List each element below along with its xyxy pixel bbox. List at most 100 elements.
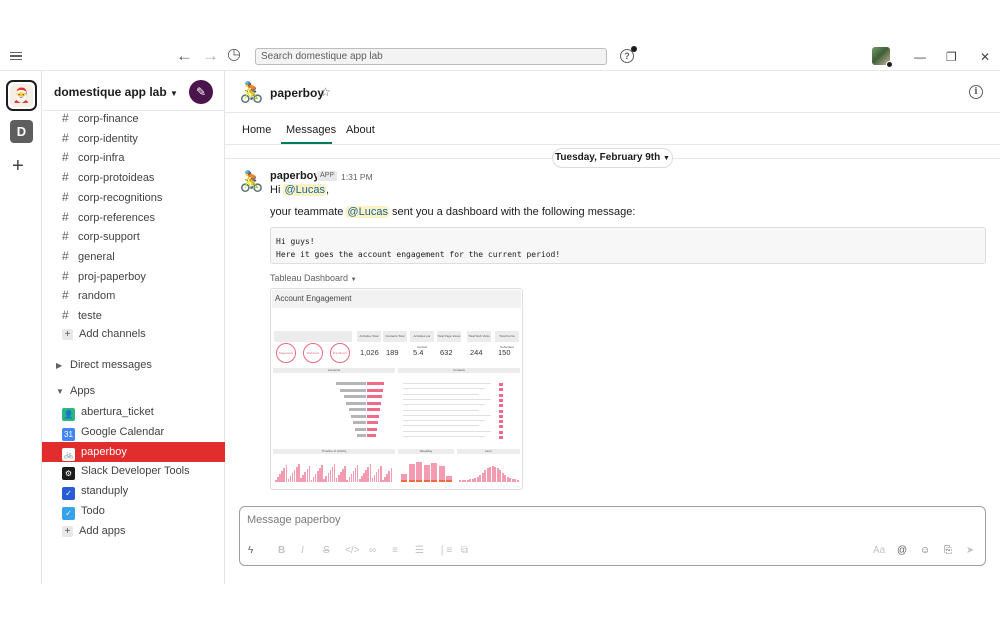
sidebar-app-item[interactable]: 🚲 paperboy xyxy=(42,441,225,462)
code-block-icon[interactable]: ⧉ xyxy=(461,545,468,556)
ordered-list-icon[interactable]: ≡ xyxy=(392,545,398,556)
channel-name: corp-recognitions xyxy=(78,191,163,204)
bold-icon[interactable]: B xyxy=(278,545,285,556)
user-mention[interactable]: @Lucas xyxy=(283,184,326,196)
message-sender[interactable]: paperboy xyxy=(270,170,320,182)
active-tab-indicator xyxy=(281,142,332,144)
info-icon[interactable]: i xyxy=(969,85,983,99)
plus-icon: + xyxy=(62,329,73,340)
kpi-value: 244 xyxy=(470,348,483,357)
message-timestamp[interactable]: 1:31 PM xyxy=(341,172,373,182)
forward-arrow-icon[interactable]: → xyxy=(202,47,219,64)
send-icon[interactable]: ➤ xyxy=(966,545,974,556)
dashboard-panel-header: Timeline of Activity xyxy=(273,449,395,454)
direct-messages-section[interactable]: ▶ Direct messages xyxy=(42,359,225,371)
add-channels-button[interactable]: + Add channels xyxy=(42,324,225,344)
sidebar-app-item[interactable]: 31 Google Calendar xyxy=(42,422,225,442)
code-line: Here it goes the account engagement for … xyxy=(276,250,561,259)
tab-home[interactable]: Home xyxy=(242,124,271,136)
sidebar-app-item[interactable]: ✓ standuply xyxy=(42,481,225,501)
minimize-icon[interactable]: — xyxy=(914,50,926,64)
sidebar-channel[interactable]: # corp-recognitions xyxy=(42,187,225,207)
kpi-value: 189 xyxy=(386,348,399,357)
tab-messages[interactable]: Messages xyxy=(286,124,336,136)
message-composer[interactable] xyxy=(239,506,986,566)
contacts-row-line xyxy=(403,414,491,416)
channel-name: general xyxy=(78,250,115,263)
add-workspace-icon[interactable]: + xyxy=(12,156,24,176)
blockquote-icon[interactable]: ❘≡ xyxy=(438,545,452,556)
sidebar-app-item[interactable]: 👤 abertura_ticket xyxy=(42,402,225,422)
sidebar-channel[interactable]: # teste xyxy=(42,305,225,325)
accounts-pct-bar xyxy=(367,434,376,437)
dashboard-panel-header: Weekday xyxy=(398,449,454,454)
emoji-icon[interactable]: ☺ xyxy=(920,545,930,556)
compose-icon: ✎ xyxy=(195,85,207,99)
message-input[interactable]: Message paperboy xyxy=(247,514,341,526)
body-suffix: sent you a dashboard with the following … xyxy=(388,206,636,218)
apps-section[interactable]: ▼ Apps xyxy=(42,385,225,397)
accounts-pct-bar xyxy=(367,382,384,385)
contacts-pct-bar xyxy=(499,409,503,413)
sidebar-channel[interactable]: # corp-references xyxy=(42,207,225,227)
channel-name: corp-identity xyxy=(78,132,138,145)
contacts-pct-bar xyxy=(499,436,503,439)
sidebar-channel[interactable]: # random xyxy=(42,285,225,305)
sidebar-channel[interactable]: # corp-identity xyxy=(42,128,225,148)
contacts-row-line xyxy=(403,430,491,432)
channel-name: corp-protoideas xyxy=(78,172,155,185)
code-icon[interactable]: </> xyxy=(345,545,359,556)
mention-icon[interactable]: @ xyxy=(897,545,907,556)
hash-icon: # xyxy=(62,150,69,165)
add-channels-label: Add channels xyxy=(79,328,146,340)
contacts-row-line xyxy=(403,393,479,395)
workspace-rail xyxy=(0,71,42,584)
contacts-row-line xyxy=(403,404,485,406)
sidebar-app-item[interactable]: ✓ Todo xyxy=(42,501,225,521)
back-arrow-icon[interactable]: ← xyxy=(176,47,193,64)
sidebar-channel[interactable]: # corp-finance xyxy=(42,108,225,128)
add-apps-button[interactable]: + Add apps xyxy=(42,521,225,541)
accounts-bar xyxy=(349,408,366,411)
dashboard-image[interactable] xyxy=(270,288,523,490)
workspace-name: domestique app lab xyxy=(54,85,167,99)
standuply-icon: ✓ xyxy=(62,487,75,501)
strikethrough-icon[interactable]: S xyxy=(323,545,330,556)
channel-title[interactable]: paperboy xyxy=(270,86,324,100)
attachment-icon[interactable]: ⎘ xyxy=(944,545,952,556)
hash-icon: # xyxy=(62,229,69,244)
hash-icon: # xyxy=(62,189,69,204)
menu-icon[interactable] xyxy=(10,52,22,60)
date-divider-button[interactable]: Tuesday, February 9th ▼ xyxy=(552,148,673,168)
direct-messages-label: Direct messages xyxy=(70,359,152,371)
italic-icon[interactable]: I xyxy=(301,545,304,556)
weekday-bar-accent xyxy=(423,480,430,482)
restore-icon[interactable]: ❐ xyxy=(946,50,957,64)
tab-about[interactable]: About xyxy=(346,124,375,136)
kpi-value: 5.4 xyxy=(413,348,424,357)
bulleted-list-icon[interactable]: ☰ xyxy=(415,545,424,556)
sidebar-channel[interactable]: # corp-protoideas xyxy=(42,167,225,187)
link-icon[interactable]: ∞ xyxy=(369,545,376,556)
sidebar-channel[interactable]: # corp-support xyxy=(42,226,225,246)
shortcuts-icon[interactable]: ϟ xyxy=(248,545,253,556)
compose-button[interactable]: ✎ xyxy=(189,80,213,104)
accounts-pct-bar xyxy=(367,414,379,418)
accounts-bar xyxy=(351,414,366,418)
star-icon[interactable]: ☆ xyxy=(320,85,331,99)
sidebar-channel[interactable]: # corp-infra xyxy=(42,147,225,167)
history-icon[interactable]: ◷ xyxy=(227,47,241,63)
sidebar-channel[interactable]: # proj-paperboy xyxy=(42,266,225,286)
sidebar-app-item[interactable]: ⚙ Slack Developer Tools xyxy=(42,461,225,481)
user-mention[interactable]: @Lucas xyxy=(346,206,389,218)
search-input[interactable]: Search domestique app lab xyxy=(255,48,607,65)
contacts-row-line xyxy=(403,436,485,437)
chevron-down-icon: ▼ xyxy=(170,89,178,98)
attachment-title-button[interactable]: Tableau Dashboard ▼ xyxy=(270,273,357,283)
close-icon[interactable]: ✕ xyxy=(980,50,990,64)
workspace-name-button[interactable]: domestique app lab ▼ xyxy=(54,85,178,99)
app-name: standuply xyxy=(81,485,129,498)
text-format-icon[interactable]: Aa xyxy=(873,545,885,556)
sidebar-channel[interactable]: # general xyxy=(42,246,225,266)
workspace-switcher-d[interactable]: D xyxy=(10,120,33,143)
